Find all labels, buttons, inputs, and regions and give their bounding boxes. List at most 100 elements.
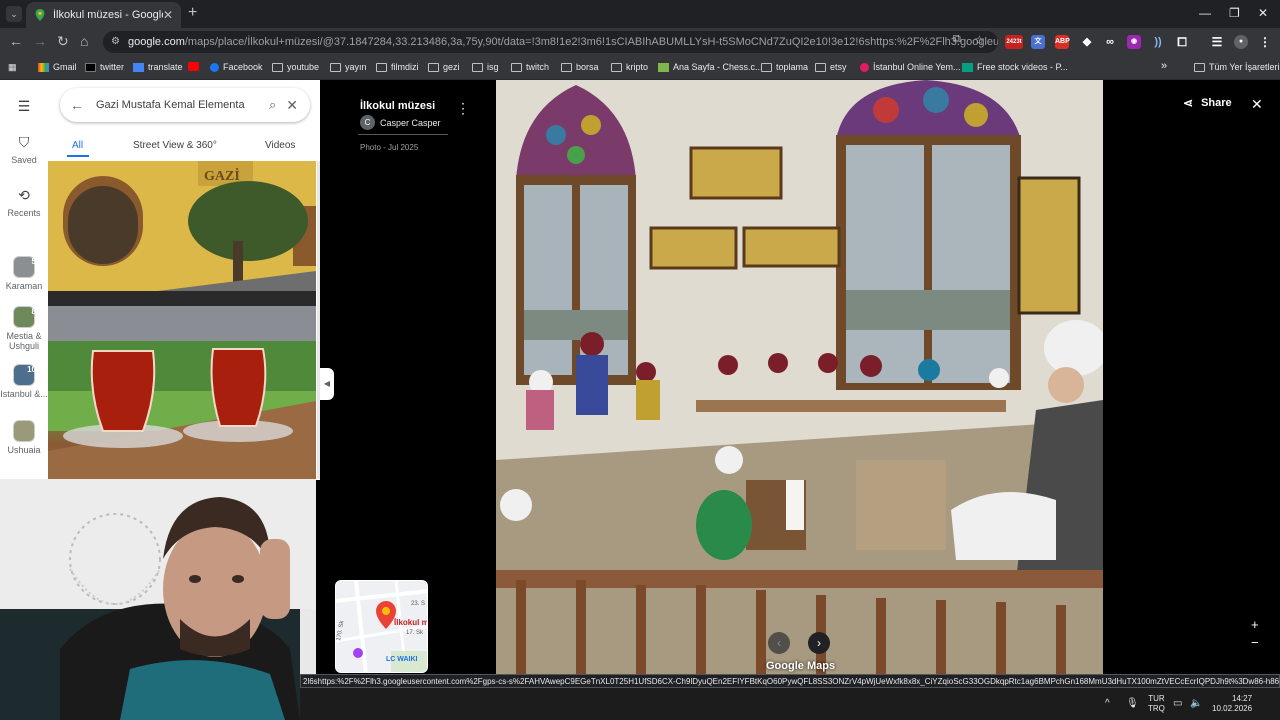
system-clock[interactable]: 14:27 10.02.2026: [1212, 694, 1252, 714]
tab-search-button[interactable]: ⌄: [6, 6, 22, 22]
saved-list-item[interactable]: 5 Karaman: [0, 256, 48, 291]
menu-button[interactable]: ☰: [0, 98, 48, 119]
bookmark-label: twitter: [100, 62, 125, 72]
bookmark-free-stock-videos-p[interactable]: Free stock videos - P...: [962, 62, 1068, 72]
museum-classroom-photo: [496, 80, 1103, 675]
glasses-extension-icon[interactable]: ∞: [1103, 35, 1117, 49]
browser-toolbar: ← → ↻ ⌂ ⚙ google.com/maps/place/İlkokul+…: [0, 28, 1280, 56]
search-input[interactable]: Gazi Mustafa Kemal Elementa: [96, 99, 259, 111]
saved-button[interactable]: ⛉ Saved: [0, 134, 48, 165]
reading-list-icon[interactable]: ☰: [1210, 35, 1224, 49]
adblock-extension-icon[interactable]: ABP: [1055, 35, 1070, 49]
folder-icon: [815, 62, 826, 72]
volume-icon[interactable]: 🔈: [1190, 698, 1202, 709]
previous-photo-button[interactable]: ‹: [768, 632, 790, 654]
bookmark-twitch[interactable]: twitch: [511, 62, 549, 72]
photo-author[interactable]: C Casper Casper: [360, 115, 441, 130]
more-bookmarks-icon[interactable]: »: [1161, 60, 1167, 72]
profile-avatar[interactable]: ●: [1234, 35, 1248, 49]
bookmark-yayın[interactable]: yayın: [330, 62, 367, 72]
address-bar[interactable]: ⚙ google.com/maps/place/İlkokul+müzesi/@…: [103, 31, 998, 53]
purple-extension-icon[interactable]: ◉: [1127, 35, 1141, 49]
bookmark-etsy[interactable]: etsy: [815, 62, 847, 72]
bookmark-ana-sayfa-chess-c[interactable]: Ana Sayfa - Chess.c...: [658, 62, 763, 72]
tray-expand-icon[interactable]: ^: [1105, 698, 1110, 709]
tab-street-view[interactable]: Street View & 360°: [133, 140, 217, 151]
new-tab-button[interactable]: +: [188, 4, 197, 22]
collapse-panel-button[interactable]: ◀: [320, 368, 334, 400]
saved-list-item[interactable]: 8 Mestia & Ushguli: [0, 306, 48, 351]
bookmark-youtube-link[interactable]: [188, 62, 203, 71]
site-info-icon[interactable]: ⚙: [111, 31, 120, 53]
back-arrow-icon[interactable]: ←: [70, 97, 84, 113]
bookmark-kripto[interactable]: kripto: [611, 62, 648, 72]
forward-arrow-icon[interactable]: →: [33, 33, 47, 49]
bookmark-toplama[interactable]: toplama: [761, 62, 808, 72]
photo-thumbnail-tea[interactable]: [48, 341, 316, 479]
gmail-icon: [38, 62, 49, 72]
tea-photo: [48, 341, 316, 479]
reload-icon[interactable]: ↻: [57, 33, 69, 50]
microphone-icon[interactable]: 🎙: [1126, 698, 1139, 709]
close-window-button[interactable]: ✕: [1258, 6, 1268, 20]
translate-icon: [133, 62, 144, 72]
bookmark-isg[interactable]: isg: [472, 62, 499, 72]
tab-all[interactable]: All: [72, 140, 83, 151]
bookmarks-bar: ▦ Gmail twitter translate Facebook youtube ya…: [0, 56, 1280, 80]
more-options-icon[interactable]: ⋮: [456, 100, 470, 117]
extensions-puzzle-icon[interactable]: ⧠: [1175, 35, 1189, 49]
bookmark-star-icon[interactable]: ☆: [974, 33, 985, 47]
tab-title: İlkokul müzesi - Google Maps: [53, 9, 163, 21]
bookmark-facebook[interactable]: Facebook: [210, 62, 263, 72]
bookmark-twitter[interactable]: twitter: [85, 62, 124, 72]
bookmark-youtube[interactable]: youtube: [272, 62, 319, 72]
back-arrow-icon[interactable]: ←: [9, 33, 23, 49]
display-icon[interactable]: ▭: [1173, 698, 1182, 709]
all-bookmarks-label: Tüm Yer İşaretleri: [1209, 62, 1280, 72]
bookmark-label: İstanbul Online Yem...: [873, 62, 961, 72]
audio-extension-icon[interactable]: )): [1151, 35, 1165, 49]
extension-badge-icon[interactable]: 2423t: [1005, 35, 1023, 49]
photo-thumbnail-building[interactable]: GAZİ: [48, 161, 316, 341]
info-divider: [358, 134, 448, 135]
maximize-button[interactable]: ❐: [1229, 6, 1240, 20]
translate-extension-icon[interactable]: 文: [1031, 35, 1045, 49]
bookmark-i-stanbul-online-yem[interactable]: İstanbul Online Yem...: [860, 62, 961, 72]
tab-videos[interactable]: Videos: [265, 140, 295, 151]
next-photo-button[interactable]: ›: [808, 632, 830, 654]
main-photo[interactable]: [496, 80, 1103, 675]
clock-date: 10.02.2026: [1212, 704, 1253, 713]
search-box[interactable]: ← Gazi Mustafa Kemal Elementa ⌕ ✕: [60, 88, 310, 122]
all-bookmarks-button[interactable]: Tüm Yer İşaretleri: [1194, 62, 1280, 72]
bookmark-gmail[interactable]: Gmail: [38, 62, 77, 72]
zoom-out-icon[interactable]: −: [1251, 635, 1259, 650]
input-language[interactable]: TUR TRQ: [1148, 694, 1165, 714]
clear-search-icon[interactable]: ✕: [286, 97, 298, 114]
zoom-in-icon[interactable]: +: [1251, 617, 1259, 632]
panel-scrollbar[interactable]: [317, 161, 320, 479]
saved-list-item[interactable]: 10 Istanbul &...: [0, 364, 48, 399]
install-app-icon[interactable]: ⧉: [953, 33, 961, 46]
windows-taskbar: ^ 🎙 ▭ 🔈: [300, 688, 1280, 720]
minimize-button[interactable]: —: [1199, 6, 1211, 20]
tab-close-icon[interactable]: ✕: [163, 8, 173, 22]
bookmark-borsa[interactable]: borsa: [561, 62, 599, 72]
recents-button[interactable]: ⟲ Recents: [0, 187, 48, 218]
mini-map[interactable]: 23. S 17. Sk 170. Sk İlkokul m LC WAIKI: [335, 580, 428, 673]
bookmark-gezi[interactable]: gezi: [428, 62, 460, 72]
chrome-menu-icon[interactable]: ⋮: [1258, 35, 1272, 49]
diamond-extension-icon[interactable]: ◆: [1080, 35, 1094, 49]
share-button[interactable]: ⋖ Share: [1183, 96, 1232, 110]
bookmark-filmdizi[interactable]: filmdizi: [376, 62, 419, 72]
apps-grid-icon[interactable]: ▦: [8, 62, 17, 73]
folder-icon: [330, 62, 341, 72]
place-name[interactable]: İlkokul müzesi: [360, 100, 435, 112]
saved-list-item[interactable]: Ushuaia: [0, 420, 48, 455]
home-icon[interactable]: ⌂: [80, 33, 88, 49]
bookmark-translate[interactable]: translate: [133, 62, 183, 72]
bookmark-label: yayın: [345, 62, 367, 72]
search-icon[interactable]: ⌕: [269, 97, 276, 113]
browser-tab[interactable]: İlkokul müzesi - Google Maps ✕: [26, 2, 181, 28]
folder-icon: [376, 62, 387, 72]
close-viewer-icon[interactable]: ✕: [1251, 96, 1263, 113]
